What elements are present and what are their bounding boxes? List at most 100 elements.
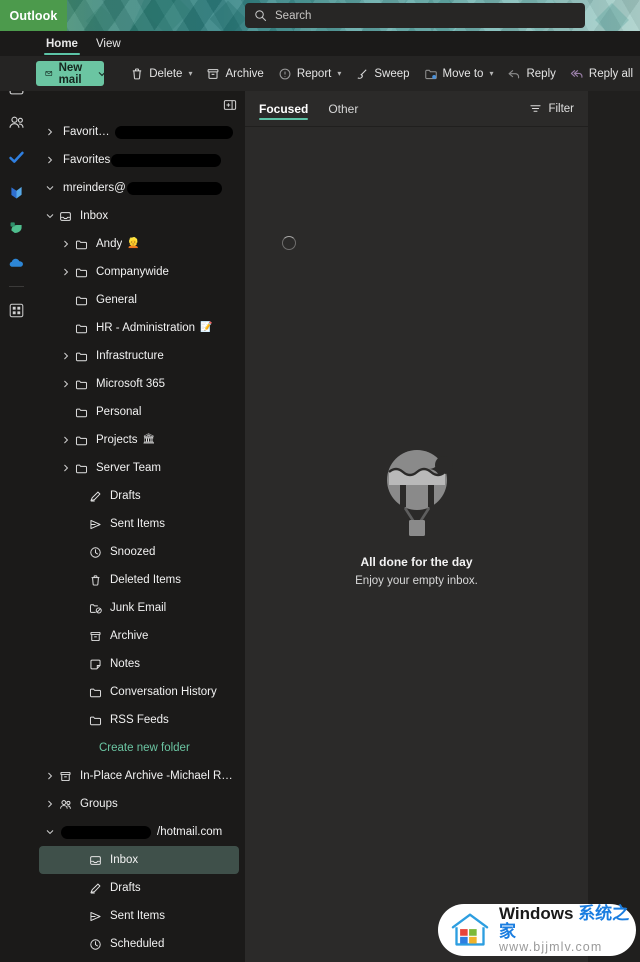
folder-item-projects[interactable]: Projects 🏛 [39,426,239,454]
hot-air-balloon-icon [386,450,453,536]
folder-item-label: Sent Items [110,910,165,922]
folder-item-in-place-archive-michael-rei[interactable]: In-Place Archive -Michael Rei... [39,762,239,790]
chevron-down-icon[interactable] [43,174,57,202]
folder-emoji-icon: 📝 [200,322,213,333]
folder-item-create-new-folder[interactable]: Create new folder [39,734,239,762]
folder-item-hotmail-com[interactable]: /hotmail.com [39,818,239,846]
tab-home[interactable]: Home [37,31,87,56]
folder-item-rss-feeds[interactable]: RSS Feeds [39,706,239,734]
folder-item-label: In-Place Archive -Michael Rei... [80,770,233,782]
folder-item-andy[interactable]: Andy 👱 [39,230,239,258]
redacted-bar [111,153,222,167]
folder-item-drafts[interactable]: Drafts [39,874,239,902]
trash-icon [87,574,104,587]
folder-icon [73,350,90,363]
bookings-icon [10,222,22,234]
chevron-right-icon[interactable] [59,258,73,286]
reply-button[interactable]: Reply [500,60,562,88]
folder-item-favorites[interactable]: Favorites ( [39,118,239,146]
folder-item-snoozed[interactable]: Snoozed [39,538,239,566]
folder-item-label: RSS Feeds [110,714,169,726]
archive-button[interactable]: Archive [199,60,270,88]
expand-pane-icon[interactable] [223,98,237,112]
filter-button[interactable]: Filter [529,102,574,115]
search-input[interactable] [275,9,576,22]
new-mail-button[interactable]: New mail [36,61,105,86]
folder-item-server-team[interactable]: Server Team [39,454,239,482]
folder-icon [73,294,90,307]
folder-item-groups[interactable]: Groups [39,790,239,818]
tab-view[interactable]: View [87,31,130,56]
chevron-down-icon[interactable]: ▾ [489,69,493,78]
chevron-right-icon[interactable] [59,342,73,370]
folder-item-archive[interactable]: Archive [39,622,239,650]
chevron-down-icon[interactable] [43,202,57,230]
folder-item-general[interactable]: General [39,286,239,314]
folder-item-sent-items[interactable]: Sent Items [39,902,239,930]
folder-item-notes[interactable]: Notes [39,650,239,678]
report-button[interactable]: Report ▾ [271,60,349,88]
chevron-right-icon[interactable] [43,118,57,146]
folder-item-microsoft-365[interactable]: Microsoft 365 [39,370,239,398]
app-rail [0,31,33,962]
folder-icon [87,714,104,727]
move-to-label: Move to [442,67,484,80]
archive-icon [87,630,104,643]
folder-item-mreinders[interactable]: mreinders@ [39,174,239,202]
rail-item-apps[interactable] [0,293,33,328]
clock-icon [87,938,104,951]
chevron-right-icon[interactable] [59,230,73,258]
chevron-right-icon[interactable] [59,426,73,454]
rail-item-onedrive[interactable] [0,245,33,280]
reply-all-button[interactable]: Reply all [563,60,640,88]
folder-item-label: Projects [96,434,138,446]
chevron-right-icon[interactable] [43,146,57,174]
chevron-spacer [73,930,87,958]
chevron-right-icon[interactable] [43,790,57,818]
chevron-down-icon[interactable]: ▾ [337,69,341,78]
folder-item-label: Sent Items [110,518,165,530]
banner-decoration [142,0,192,31]
reply-all-label: Reply all [588,67,633,80]
rail-item-people[interactable] [0,105,33,140]
people-icon [9,116,24,128]
folder-item-label: Drafts [110,490,141,502]
outlook-brand-label: Outlook [0,0,67,31]
folder-item-favorites[interactable]: Favorites [39,146,239,174]
folder-item-label: Microsoft 365 [96,378,166,390]
chevron-right-icon[interactable] [59,370,73,398]
sent-icon [87,518,104,531]
chevron-spacer [73,846,87,874]
folder-item-conversation-history[interactable]: Conversation History [39,678,239,706]
create-new-folder-link[interactable]: Create new folder [99,742,190,754]
folder-item-drafts[interactable]: Drafts [39,482,239,510]
rail-item-bookings[interactable] [0,210,33,245]
folder-item-label: Deleted Items [110,574,181,586]
new-mail-main[interactable]: New mail [36,61,98,86]
rail-item-viva-engage[interactable] [0,175,33,210]
chevron-down-icon[interactable] [43,818,57,846]
delete-button[interactable]: Delete ▾ [123,60,199,88]
chevron-right-icon[interactable] [43,762,57,790]
move-to-button[interactable]: Move to ▾ [417,60,501,88]
folder-item-personal[interactable]: Personal [39,398,239,426]
chevron-right-icon[interactable] [59,454,73,482]
folder-item-hr-administration[interactable]: HR - Administration 📝 [39,314,239,342]
folder-item-sent-items[interactable]: Sent Items [39,510,239,538]
search-box[interactable] [245,3,585,28]
folder-item-scheduled[interactable]: Scheduled [39,930,239,958]
folder-item-companywide[interactable]: Companywide [39,258,239,286]
sweep-button[interactable]: Sweep [348,60,416,88]
folder-item-deleted-items[interactable]: Deleted Items [39,566,239,594]
folder-item-junk-email[interactable]: Junk Email [39,594,239,622]
folder-item-infrastructure[interactable]: Infrastructure [39,342,239,370]
pivot-focused[interactable]: Focused [259,91,309,127]
folder-item-inbox[interactable]: Inbox [39,202,239,230]
reply-all-icon [570,69,583,78]
folder-item-inbox[interactable]: Inbox [39,846,239,874]
rail-item-todo[interactable] [0,140,33,175]
chevron-down-icon[interactable]: ▾ [188,69,192,78]
new-mail-dropdown[interactable] [98,61,105,86]
notes-icon [87,658,104,671]
pivot-other[interactable]: Other [328,91,358,127]
